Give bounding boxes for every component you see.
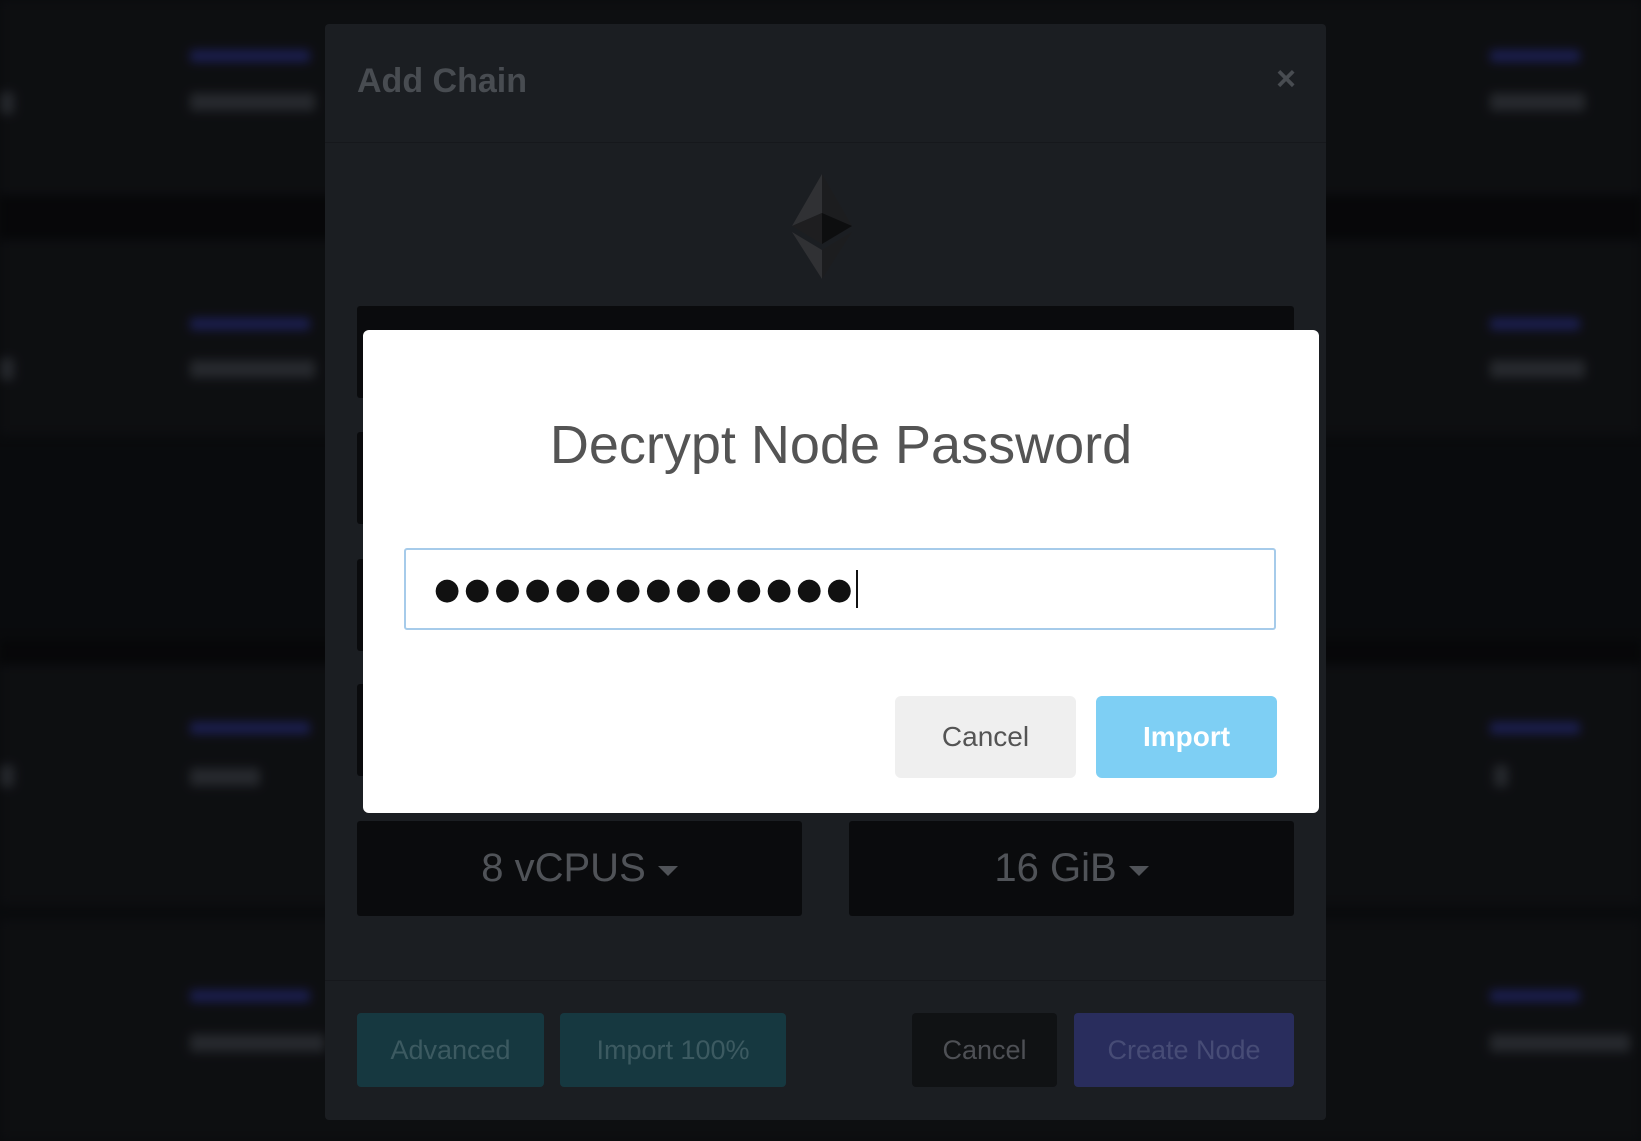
dialog-import-button[interactable]: Import bbox=[1096, 696, 1277, 778]
dialog-cancel-button[interactable]: Cancel bbox=[895, 696, 1076, 778]
password-field[interactable]: ●●●●●●●●●●●●●● bbox=[404, 548, 1276, 630]
text-cursor bbox=[856, 570, 859, 608]
decrypt-password-dialog: Decrypt Node Password ●●●●●●●●●●●●●● Can… bbox=[363, 330, 1319, 813]
password-input[interactable]: ●●●●●●●●●●●●●● bbox=[434, 572, 856, 607]
dialog-title: Decrypt Node Password bbox=[549, 415, 1133, 475]
